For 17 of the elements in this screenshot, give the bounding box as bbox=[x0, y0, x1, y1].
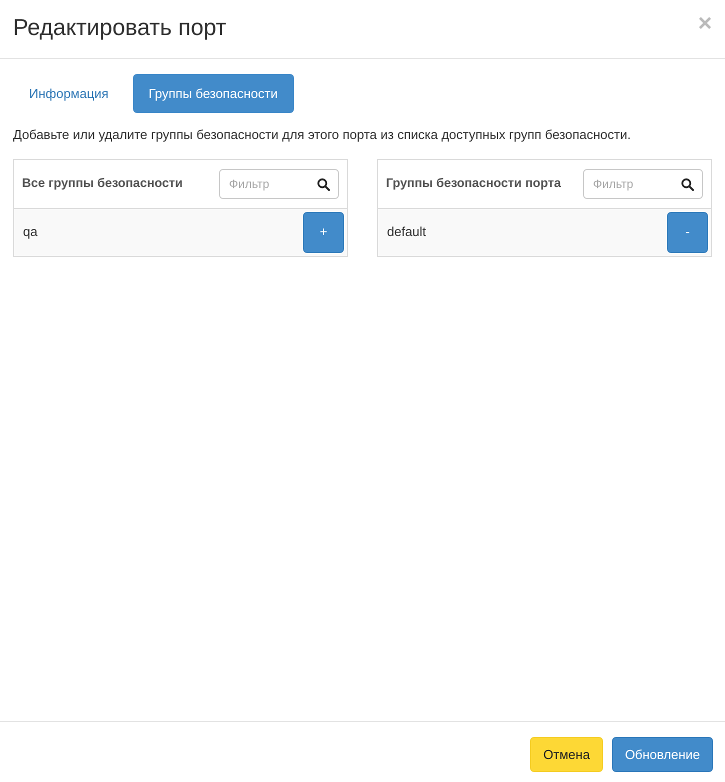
search-icon bbox=[681, 178, 694, 191]
list-item-name: qa bbox=[23, 223, 38, 242]
filter-field[interactable]: Фильтр bbox=[219, 168, 339, 199]
list-heading: Группы безопасности порта bbox=[386, 175, 561, 192]
tab[interactable]: Информация bbox=[13, 74, 125, 114]
filter-field[interactable]: Фильтр bbox=[583, 168, 703, 199]
tab[interactable]: Группы безопасности bbox=[132, 74, 294, 114]
search-icon bbox=[317, 178, 330, 191]
item-action-button[interactable]: + bbox=[303, 212, 344, 253]
description-text: Добавьте или удалите группы безопасности для этого порта из списка доступных групп безопасности. bbox=[13, 126, 632, 144]
update-button[interactable]: Обновление bbox=[612, 736, 713, 772]
close-button[interactable]: × bbox=[698, 12, 712, 36]
list-item-name: default bbox=[387, 223, 426, 242]
list-heading: Все группы безопасности bbox=[22, 175, 183, 192]
item-action-button[interactable]: - bbox=[667, 212, 708, 253]
modal-title: Редактировать порт bbox=[13, 14, 226, 42]
cancel-button[interactable]: Отмена bbox=[530, 736, 603, 772]
